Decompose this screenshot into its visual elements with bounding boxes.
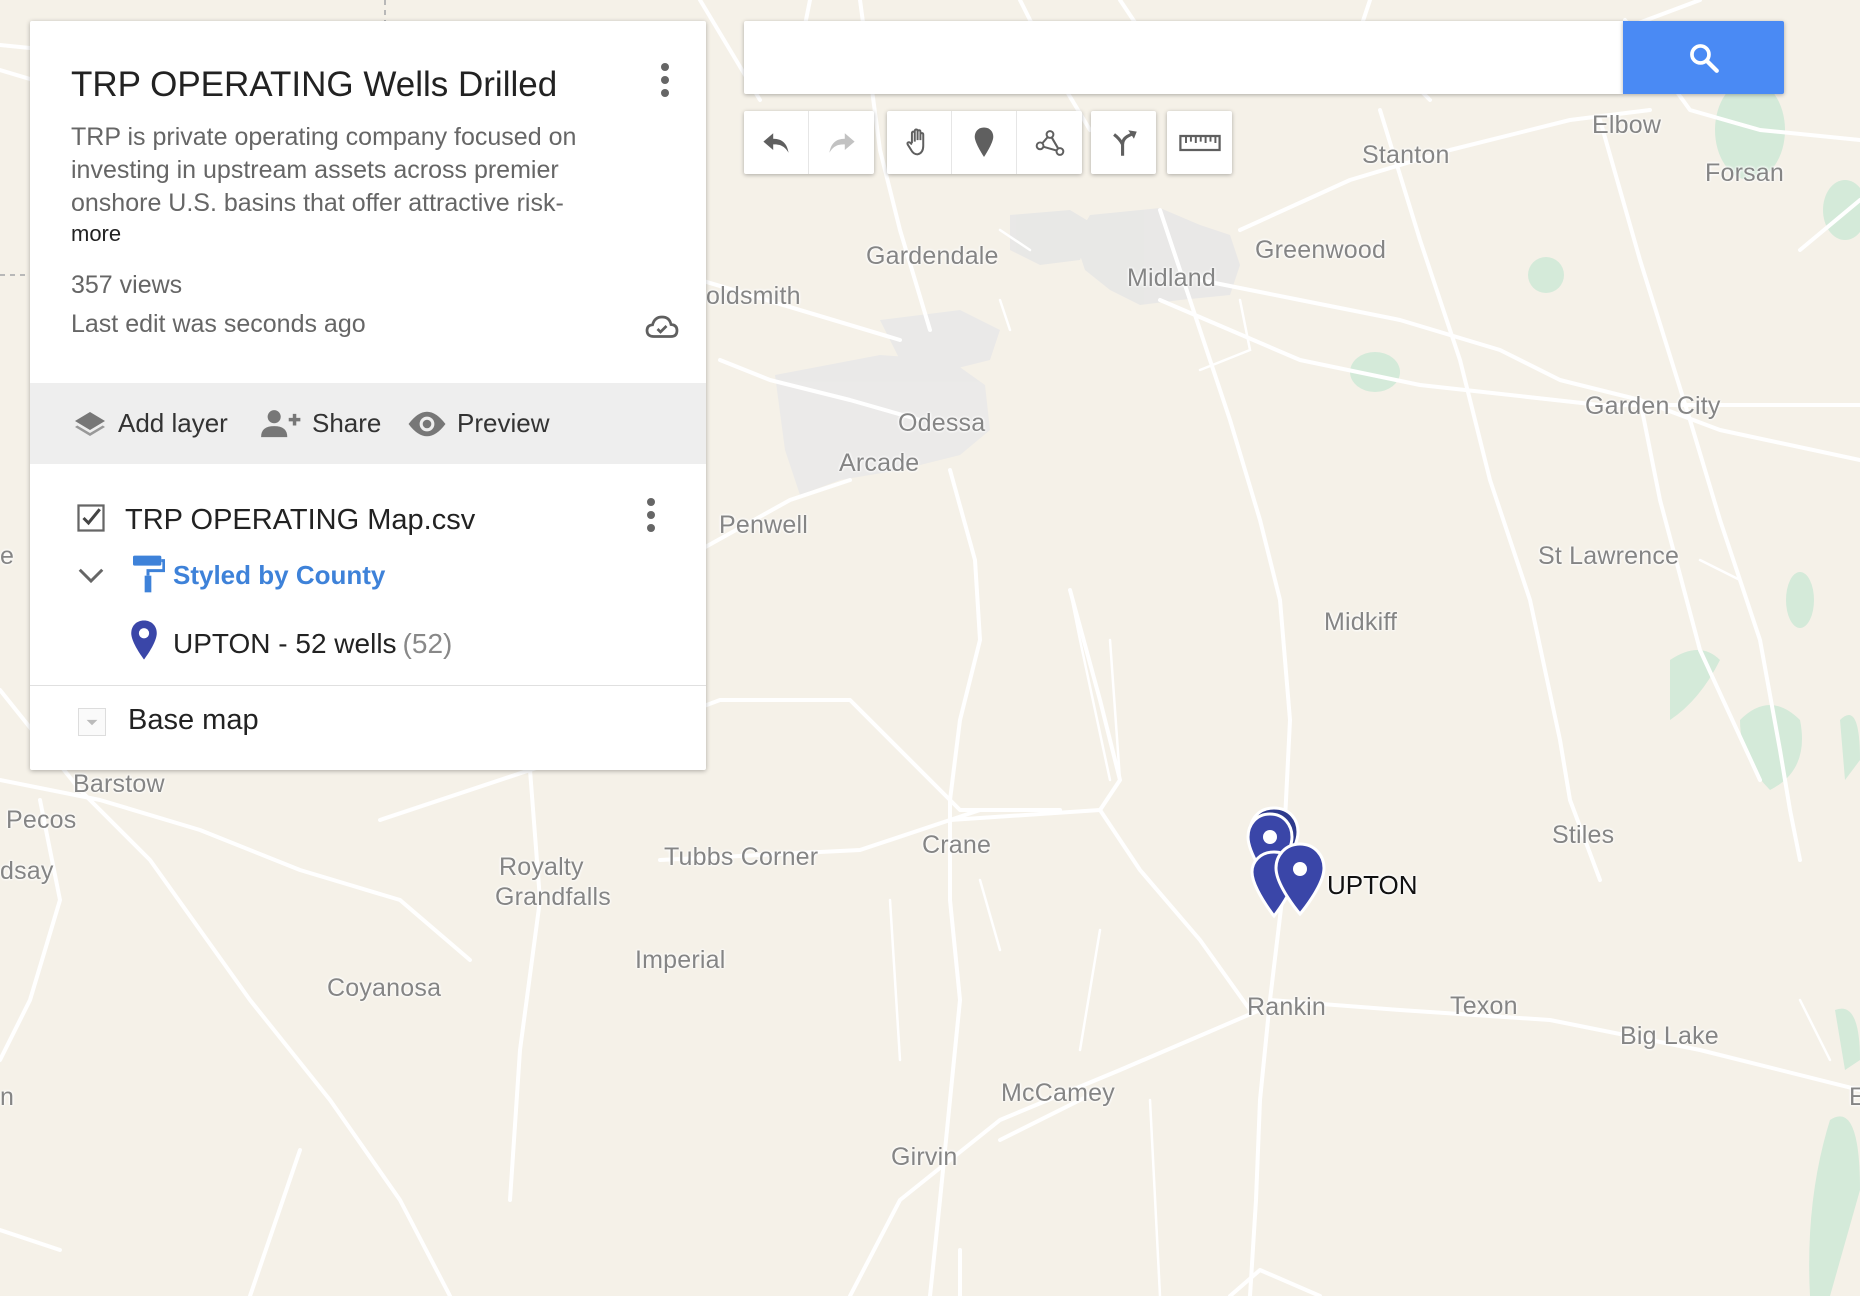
add-layer-button[interactable]: Add layer [72, 383, 228, 464]
place-label-garden-city: Garden City [1585, 392, 1721, 420]
place-label-pecos: Pecos [6, 806, 77, 834]
place-label-mccamey: McCamey [1001, 1079, 1115, 1107]
place-label-rankin: Rankin [1247, 993, 1327, 1021]
select-items-button[interactable] [887, 111, 952, 174]
place-label-odessa: Odessa [898, 409, 986, 437]
place-label-midland: Midland [1127, 264, 1216, 292]
search-box[interactable] [744, 21, 1623, 94]
search-icon [1689, 43, 1719, 73]
layer-options-button[interactable] [636, 494, 666, 538]
map-stage[interactable]: Elbow Stanton Forsan Gardendale Greenwoo… [0, 0, 1860, 1296]
directions-icon [1112, 129, 1137, 156]
more-vert-icon-dot [661, 89, 669, 97]
base-map-row[interactable]: Base map [30, 685, 706, 771]
toolbar-draw [887, 111, 1082, 174]
toolbar-directions [1091, 111, 1156, 174]
share-label: Share [312, 408, 382, 438]
place-label-penwell: Penwell [719, 511, 808, 539]
redo-icon [828, 132, 855, 153]
place-label-imperial: Imperial [635, 946, 726, 974]
draw-line-icon [1035, 129, 1064, 156]
place-label-texon: Texon [1450, 992, 1518, 1020]
view-count: 357 views [71, 271, 183, 299]
place-label-coyanosa: Coyanosa [327, 974, 442, 1002]
preview-label: Preview [457, 408, 550, 438]
layer-group-item[interactable]: UPTON - 52 wells (52) [173, 628, 452, 660]
marker-cluster[interactable] [1240, 800, 1340, 920]
place-label-royalty: Royalty [499, 853, 584, 881]
place-label-midkiff: Midkiff [1324, 608, 1398, 636]
map-details-panel: TRP OPERATING Wells Drilled TRP is priva… [30, 21, 706, 770]
place-label-forsan: Forsan [1705, 159, 1785, 187]
place-label-edge-left-1: e [0, 542, 15, 570]
map-options-button[interactable] [650, 59, 680, 103]
place-label-edge-left-2: n [0, 1083, 15, 1111]
place-label-big-lake: Big Lake [1620, 1022, 1719, 1050]
place-label-lindsay: dsay [0, 857, 54, 885]
cloud-saved-icon [645, 315, 679, 338]
place-label-elbow: Elbow [1592, 111, 1662, 139]
layer-section: TRP OPERATING Map.csv Styled by County U… [30, 464, 706, 685]
place-label-st-lawrence: St Lawrence [1538, 542, 1680, 570]
more-vert-icon-dot [661, 76, 669, 84]
group-name: UPTON - 52 wells [173, 628, 397, 659]
style-by-button[interactable]: Styled by County [173, 560, 385, 591]
more-vert-icon-dot [647, 524, 655, 532]
directions-button[interactable] [1091, 111, 1156, 174]
search-input[interactable] [744, 21, 1623, 94]
place-label-gardendale: Gardendale [866, 242, 999, 270]
map-description[interactable]: TRP is private operating company focused… [71, 121, 631, 220]
share-button[interactable]: Share [258, 383, 381, 464]
place-label-grandfalls: Grandfalls [495, 883, 611, 911]
layer-name[interactable]: TRP OPERATING Map.csv [125, 504, 475, 537]
panel-actions-bar: Add layer Share Preview [30, 383, 706, 464]
place-label-arcade: Arcade [839, 449, 920, 477]
add-layer-label: Add layer [118, 408, 228, 438]
add-marker-icon [974, 127, 994, 157]
group-color-pin-icon[interactable] [129, 619, 159, 661]
map-title[interactable]: TRP OPERATING Wells Drilled [71, 65, 557, 105]
layer-visibility-checkbox[interactable] [76, 503, 106, 533]
add-person-icon [261, 409, 301, 437]
dropdown-arrow-icon [86, 719, 98, 726]
undo-icon [763, 132, 789, 153]
preview-button[interactable]: Preview [407, 383, 549, 464]
redo-button[interactable] [809, 111, 874, 174]
place-label-stanton: Stanton [1362, 141, 1450, 169]
add-marker-button[interactable] [952, 111, 1017, 174]
place-label-goldsmith: oldsmith [706, 282, 801, 310]
base-map-label[interactable]: Base map [128, 704, 259, 737]
place-label-stiles: Stiles [1552, 821, 1615, 849]
place-label-barstow: Barstow [73, 770, 165, 798]
paint-roller-icon[interactable] [131, 554, 165, 594]
last-edit-status: Last edit was seconds ago [71, 310, 366, 338]
hand-icon [906, 128, 925, 155]
base-map-toggle[interactable] [78, 708, 106, 736]
chevron-down-icon[interactable] [76, 564, 106, 588]
layers-icon [75, 411, 105, 436]
more-link[interactable]: more [71, 221, 121, 247]
group-count: (52) [402, 628, 453, 659]
place-label-crane: Crane [922, 831, 992, 859]
eye-icon [408, 411, 446, 436]
place-label-tubbs-corner: Tubbs Corner [664, 843, 819, 871]
place-label-edge-right: E [1849, 1083, 1860, 1111]
more-vert-icon-dot [647, 511, 655, 519]
draw-line-button[interactable] [1017, 111, 1082, 174]
measure-button[interactable] [1167, 111, 1232, 174]
more-vert-icon [647, 498, 655, 506]
marker-label-upton: UPTON [1327, 870, 1418, 900]
toolbar-measure [1167, 111, 1232, 174]
undo-button[interactable] [744, 111, 809, 174]
search-button[interactable] [1623, 21, 1784, 94]
ruler-icon [1178, 134, 1221, 151]
place-label-greenwood: Greenwood [1255, 236, 1387, 264]
place-label-girvin: Girvin [891, 1143, 958, 1171]
toolbar-history [744, 111, 874, 174]
more-vert-icon [661, 63, 669, 71]
